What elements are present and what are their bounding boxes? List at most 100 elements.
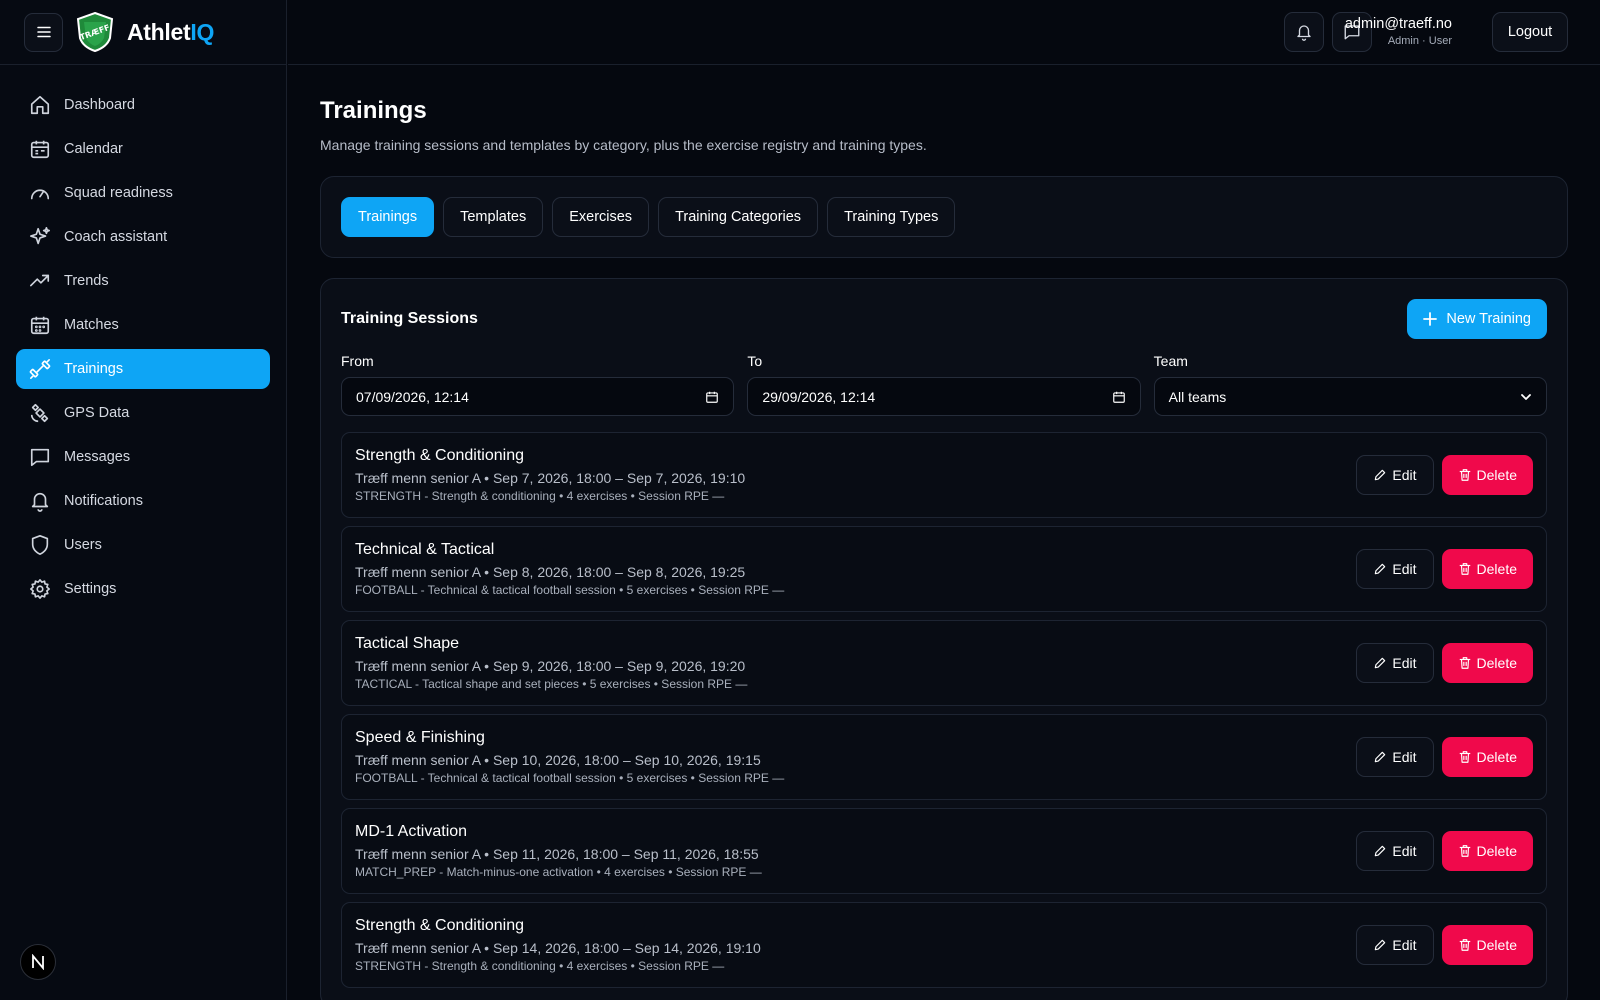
hamburger-icon [36, 26, 51, 38]
home-icon [28, 93, 52, 117]
sidebar-item-users[interactable]: Users [16, 525, 270, 565]
edit-button[interactable]: Edit [1356, 455, 1434, 495]
user-role: Admin · User [1387, 35, 1452, 47]
sidebar-item-label: Messages [64, 449, 131, 465]
training-details: TACTICAL - Tactical shape and set pieces… [355, 677, 748, 691]
training-details: FOOTBALL - Technical & tactical football… [355, 583, 785, 597]
calendar-picker-icon [1112, 391, 1125, 403]
tab-training-types[interactable]: Training Types [827, 197, 956, 237]
page-subtitle: Manage training sessions and templates b… [320, 137, 927, 153]
team-select[interactable]: All teams [1153, 377, 1547, 416]
menu-toggle-button[interactable] [24, 12, 63, 52]
delete-button[interactable]: Delete [1441, 643, 1533, 683]
training-info: Strength & Conditioning Træff menn senio… [355, 447, 745, 503]
delete-button[interactable]: Delete [1441, 737, 1533, 777]
team-label: Team [1153, 353, 1188, 369]
tab-exercises[interactable]: Exercises [552, 197, 650, 237]
training-details: STRENGTH - Strength & conditioning • 4 e… [355, 489, 725, 503]
user-info: admin@traeff.no Admin · User [1345, 16, 1452, 47]
row-actions: Edit Delete [1356, 925, 1533, 965]
sidebar-item-settings[interactable]: Settings [16, 569, 270, 609]
edit-button[interactable]: Edit [1356, 925, 1434, 965]
trash-icon [1458, 938, 1472, 952]
delete-button[interactable]: Delete [1441, 925, 1533, 965]
message-icon [28, 445, 52, 469]
sidebar-item-messages[interactable]: Messages [16, 437, 270, 477]
delete-label: Delete [1476, 749, 1517, 765]
brand-main: Athlet [127, 18, 191, 45]
sidebar-item-label: Notifications [64, 493, 143, 509]
sessions-header: Training Sessions New Training [341, 299, 1547, 339]
sessions-title: Training Sessions [341, 310, 478, 327]
sidebar-item-dashboard[interactable]: Dashboard [16, 85, 270, 125]
logout-button[interactable]: Logout [1492, 12, 1568, 52]
sidebar-item-label: Settings [64, 581, 117, 597]
brand-bar: TRÆFF AthletIQ [0, 0, 286, 65]
training-meta: Træff menn senior A • Sep 7, 2026, 18:00… [355, 470, 746, 486]
page-title: Trainings [320, 97, 427, 124]
tab-trainings[interactable]: Trainings [341, 197, 435, 237]
notifications-button[interactable] [1284, 12, 1324, 52]
sidebar-item-label: Squad readiness [64, 185, 173, 201]
training-details: FOOTBALL - Technical & tactical football… [355, 771, 785, 785]
from-date-input[interactable]: 07/09/2026, 12:14 [341, 377, 735, 416]
sidebar-item-squad-readiness[interactable]: Squad readiness [16, 173, 270, 213]
delete-button[interactable]: Delete [1441, 549, 1533, 589]
row-actions: Edit Delete [1356, 643, 1533, 683]
delete-label: Delete [1476, 561, 1517, 577]
training-title: Tactical Shape [355, 635, 460, 652]
sidebar-item-trends[interactable]: Trends [16, 261, 270, 301]
edit-label: Edit [1392, 843, 1417, 859]
sidebar-item-trainings[interactable]: Trainings [16, 349, 270, 389]
brand-accent: IQ [190, 18, 215, 45]
edit-button[interactable]: Edit [1356, 549, 1434, 589]
delete-button[interactable]: Delete [1441, 831, 1533, 871]
dev-badge-button[interactable] [20, 944, 56, 980]
edit-label: Edit [1392, 655, 1417, 671]
new-training-button[interactable]: New Training [1407, 299, 1547, 339]
from-filter: From 07/09/2026, 12:14 [341, 353, 735, 416]
from-label: From [341, 353, 374, 369]
sidebar-item-label: Trainings [64, 361, 124, 377]
sidebar: TRÆFF AthletIQ Dashboard Calendar Squad … [0, 0, 287, 1000]
training-row: Tactical Shape Træff menn senior A • Sep… [341, 620, 1547, 706]
sidebar-item-label: Trends [64, 273, 109, 289]
edit-label: Edit [1392, 749, 1417, 765]
to-date-input[interactable]: 29/09/2026, 12:14 [747, 377, 1141, 416]
bell-icon [28, 489, 52, 513]
topbar: admin@traeff.no Admin · User Logout [288, 0, 1600, 65]
satellite-icon [28, 401, 52, 425]
delete-button[interactable]: Delete [1441, 455, 1533, 495]
calendar-icon [28, 137, 52, 161]
tab-templates[interactable]: Templates [443, 197, 544, 237]
sidebar-item-calendar[interactable]: Calendar [16, 129, 270, 169]
training-title: Technical & Tactical [355, 541, 495, 558]
training-title: Speed & Finishing [355, 729, 485, 746]
edit-button[interactable]: Edit [1356, 831, 1434, 871]
sidebar-item-notifications[interactable]: Notifications [16, 481, 270, 521]
pencil-icon [1373, 656, 1387, 670]
edit-label: Edit [1392, 561, 1417, 577]
to-date-value: 29/09/2026, 12:14 [762, 388, 876, 405]
sidebar-nav: Dashboard Calendar Squad readiness Coach… [0, 65, 286, 609]
team-filter: Team All teams [1153, 353, 1547, 416]
training-info: Technical & Tactical Træff menn senior A… [355, 541, 784, 597]
edit-button[interactable]: Edit [1356, 737, 1434, 777]
training-meta: Træff menn senior A • Sep 9, 2026, 18:00… [355, 658, 746, 674]
tab-training-categories[interactable]: Training Categories [658, 197, 819, 237]
training-meta: Træff menn senior A • Sep 10, 2026, 18:0… [355, 752, 761, 768]
training-row: Technical & Tactical Træff menn senior A… [341, 526, 1547, 612]
row-actions: Edit Delete [1356, 737, 1533, 777]
gear-icon [28, 577, 52, 601]
tabs-bar: Trainings Templates Exercises Training C… [320, 176, 1568, 258]
plus-icon [1423, 312, 1438, 326]
training-list: Strength & Conditioning Træff menn senio… [341, 432, 1547, 988]
n-logo-icon [32, 954, 44, 970]
row-actions: Edit Delete [1356, 549, 1533, 589]
sidebar-item-coach-assistant[interactable]: Coach assistant [16, 217, 270, 257]
edit-button[interactable]: Edit [1356, 643, 1434, 683]
sidebar-item-gps-data[interactable]: GPS Data [16, 393, 270, 433]
to-filter: To 29/09/2026, 12:14 [747, 353, 1141, 416]
sidebar-item-matches[interactable]: Matches [16, 305, 270, 345]
filters-row: From 07/09/2026, 12:14 To 29/09/2026, 12… [341, 353, 1547, 416]
